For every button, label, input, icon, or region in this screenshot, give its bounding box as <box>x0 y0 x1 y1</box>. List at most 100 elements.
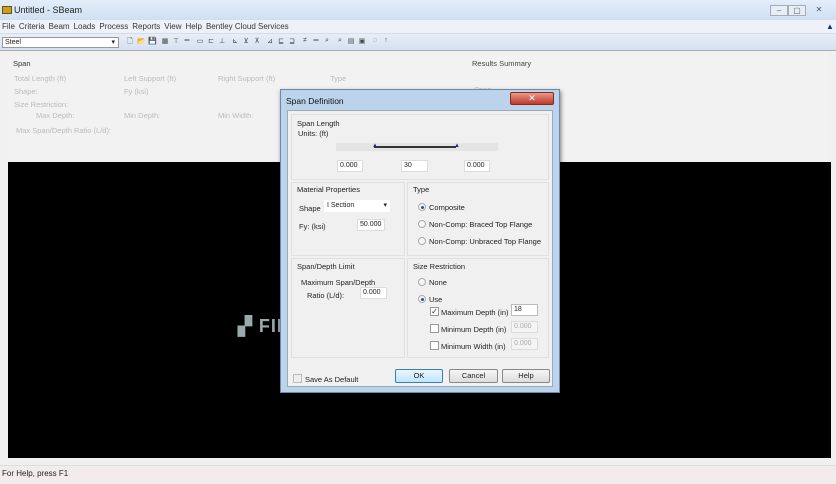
toolbar-icon-0[interactable]: 🗋 <box>126 37 134 46</box>
menu-help[interactable]: Help <box>184 20 204 33</box>
toolbar-icon-10[interactable]: ⊻ <box>242 37 250 46</box>
toolbar-icon-16[interactable]: ═ <box>312 37 320 46</box>
shape-label: Shape: <box>14 87 38 96</box>
ratio-input[interactable]: 0.000 <box>360 287 387 299</box>
fy-label: Fy (ksi) <box>124 87 149 96</box>
menu-criteria[interactable]: Criteria <box>17 20 47 33</box>
none-label: None <box>429 278 447 287</box>
menu-bentley-cloud[interactable]: Bentley Cloud Services <box>204 20 291 33</box>
ratio-label: Ratio (L/d): <box>307 291 345 300</box>
ok-button[interactable]: OK <box>395 369 443 383</box>
toolbar-icon-9[interactable]: ⊾ <box>231 37 239 46</box>
menu-beam[interactable]: Beam <box>47 20 72 33</box>
max-ratio-label: Max Span/Depth Ratio (L/d): <box>16 126 112 135</box>
unbraced-radio[interactable] <box>418 237 426 245</box>
status-bar: For Help, press F1 <box>0 465 836 484</box>
save-default-label: Save As Default <box>305 375 359 384</box>
chevron-down-icon: ▾ <box>383 202 387 209</box>
composite-radio[interactable] <box>418 203 426 211</box>
span-depth-group <box>291 258 405 358</box>
toolbar-icon-17[interactable]: ⌕ <box>323 37 331 46</box>
min-depth-checkbox[interactable] <box>430 324 439 333</box>
min-width-checkbox[interactable] <box>430 341 439 350</box>
close-button[interactable]: ✕ <box>810 5 828 16</box>
toolbar-icon-6[interactable]: ▭ <box>196 37 204 46</box>
beam-graphic: ▲ ▲ <box>336 143 498 151</box>
total-length-label: Total Length (ft) <box>14 74 67 83</box>
toolbar-icon-7[interactable]: ⊏ <box>207 37 215 46</box>
toolbar-icon-19[interactable]: ▤ <box>347 37 355 46</box>
toolbar-icon-15[interactable]: ≠ <box>301 37 309 46</box>
minimize-button[interactable]: – <box>770 5 788 16</box>
left-cantilever-input[interactable]: 0.000 <box>337 160 363 172</box>
braced-radio[interactable] <box>418 220 426 228</box>
user-icon[interactable]: ▲ <box>824 20 836 33</box>
fy-input[interactable]: 50.000 <box>357 219 385 231</box>
min-width-input[interactable]: 0.000 <box>511 338 538 350</box>
use-label: Use <box>429 295 443 304</box>
material-select[interactable]: Steel ▾ <box>2 37 119 48</box>
max-depth-checkbox[interactable]: ✓ <box>430 307 439 316</box>
save-default-checkbox[interactable] <box>293 374 302 383</box>
span-length-label: Span Length <box>297 119 340 128</box>
units-label: Units: (ft) <box>298 129 329 138</box>
span-heading: Span <box>13 59 31 68</box>
toolbar-icon-18[interactable]: ⌕ <box>336 37 344 46</box>
menu-loads[interactable]: Loads <box>72 20 98 33</box>
min-width-label: Min Width: <box>218 111 254 120</box>
menu-file[interactable]: File <box>0 20 17 33</box>
left-support-icon: ▲ <box>372 143 378 149</box>
shape-select[interactable]: I Section ▾ <box>324 200 390 212</box>
help-button[interactable]: Help <box>502 369 550 383</box>
status-text: For Help, press F1 <box>2 469 69 478</box>
size-restriction-label: Size Restriction: <box>14 100 69 109</box>
left-support-label: Left Support (ft) <box>124 74 177 83</box>
menu-view[interactable]: View <box>162 20 183 33</box>
fy-label: Fy: (ksi) <box>299 222 326 231</box>
toolbar-icon-3[interactable]: ▦ <box>161 37 169 46</box>
toolbar-icon-14[interactable]: ⊒ <box>288 37 296 46</box>
none-radio[interactable] <box>418 278 426 286</box>
toolbar-icon-12[interactable]: ⊿ <box>266 37 274 46</box>
toolbar-icon-11[interactable]: ⊼ <box>253 37 261 46</box>
braced-label: Non-Comp: Braced Top Flange <box>429 220 533 229</box>
max-depth-input[interactable]: 18 <box>511 304 538 316</box>
type-label: Type <box>413 185 430 194</box>
toolbar-icon-5[interactable]: ═ <box>183 37 191 46</box>
toolbar-icon-2[interactable]: 💾 <box>148 37 157 46</box>
window-title: Untitled - SBeam <box>14 5 83 15</box>
toolbar-icon-8[interactable]: ⊥ <box>218 37 226 46</box>
title-bar: Untitled - SBeam – ▢ ✕ <box>0 0 836 20</box>
chevron-down-icon: ▾ <box>111 39 115 46</box>
toolbar-icon-22[interactable]: ↑ <box>382 37 390 46</box>
toolbar-icon-1[interactable]: 📂 <box>137 37 146 46</box>
cancel-button[interactable]: Cancel <box>449 369 498 383</box>
menu-reports[interactable]: Reports <box>130 20 162 33</box>
material-label: Material Properties <box>297 185 360 194</box>
maximize-button[interactable]: ▢ <box>788 5 806 16</box>
toolbar-icon-4[interactable]: ⊤ <box>172 37 180 46</box>
span-length-input[interactable]: 30 <box>401 160 428 172</box>
dialog-title: Span Definition <box>286 96 344 106</box>
toolbar-icon-21[interactable]: ◌ <box>371 37 379 46</box>
shape-label: Shape <box>299 204 321 213</box>
unbraced-label: Non-Comp: Unbraced Top Flange <box>429 237 542 246</box>
right-cantilever-input[interactable]: 0.000 <box>464 160 490 172</box>
app-icon <box>2 6 12 14</box>
use-radio[interactable] <box>418 295 426 303</box>
right-support-icon: ▲ <box>454 143 460 149</box>
shape-value: I Section <box>327 202 355 209</box>
right-support-label: Right Support (ft) <box>218 74 276 83</box>
min-depth-input[interactable]: 0.000 <box>511 321 538 333</box>
material-value: Steel <box>5 39 21 46</box>
toolbar-icon-13[interactable]: ⊑ <box>277 37 285 46</box>
results-summary-heading: Results Summary <box>472 59 532 68</box>
toolbar-icon-20[interactable]: ▣ <box>358 37 366 46</box>
span-depth-label: Span/Depth Limit <box>297 262 355 271</box>
dialog-close-button[interactable]: ✕ <box>510 92 554 105</box>
dialog-body: Span Length Units: (ft) ▲ ▲ 0.000 30 0.0… <box>287 110 553 387</box>
max-depth-label: Maximum Depth (in) <box>441 308 509 317</box>
min-depth-label: Min Depth: <box>124 111 161 120</box>
min-depth-label: Minimum Depth (in) <box>441 325 507 334</box>
menu-process[interactable]: Process <box>97 20 130 33</box>
